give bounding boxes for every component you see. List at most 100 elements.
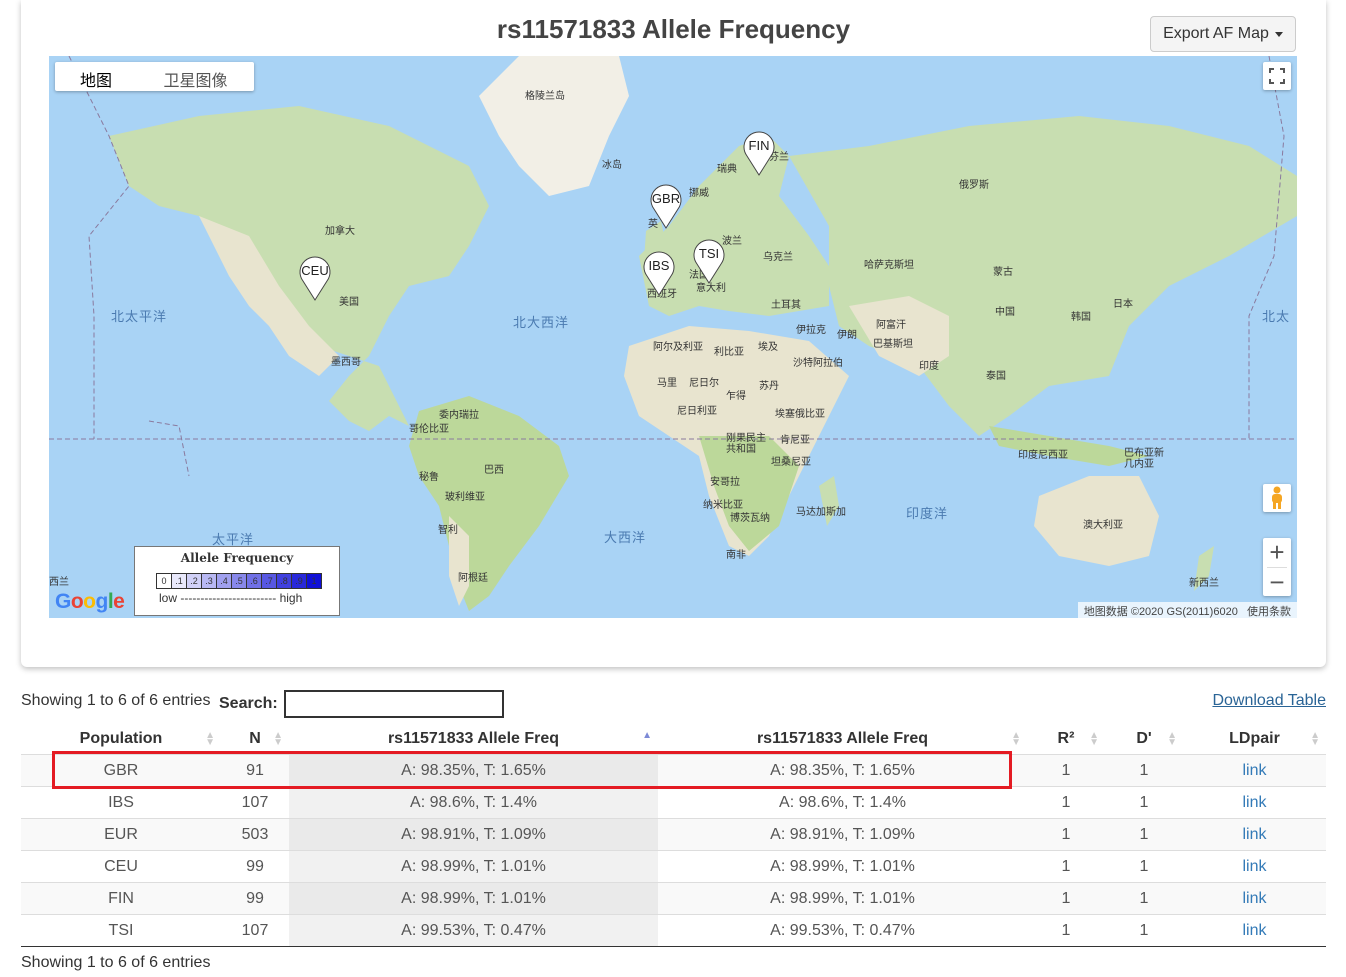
header-allele-freq-1[interactable]: rs11571833 Allele Freq ▲ — [289, 724, 658, 755]
zoom-in-button[interactable]: + — [1263, 538, 1291, 567]
map-label: 尼日利亚 — [677, 406, 717, 417]
map-type-tab-map[interactable]: 地图 — [55, 62, 137, 91]
map-label: 伊拉克 — [796, 325, 826, 336]
table-info-bottom: Showing 1 to 6 of 6 entries — [21, 954, 211, 971]
ocean-label: 大西洋 — [604, 530, 647, 545]
legend-title: Allele Frequency — [180, 551, 294, 565]
marker-fin[interactable]: FIN — [742, 130, 776, 176]
marker-ibs[interactable]: IBS — [642, 250, 676, 296]
legend-swatch: .4 — [216, 573, 232, 589]
marker-ceu[interactable]: CEU — [298, 255, 332, 301]
marker-tsi[interactable]: TSI — [692, 238, 726, 284]
cell-allele-freq-2: A: 99.53%, T: 0.47% — [658, 914, 1027, 947]
legend-swatch: 1 — [306, 573, 322, 589]
highlight-box — [52, 751, 1012, 789]
map-label: 印度尼西亚 — [1018, 450, 1068, 461]
map-label: 马里 — [657, 378, 677, 389]
map-label: 苏丹 — [759, 381, 779, 392]
table-row: IBS 107 A: 98.6%, T: 1.4% A: 98.6%, T: 1… — [21, 786, 1326, 819]
map-label: 墨西哥 — [331, 357, 361, 368]
legend-swatch: .8 — [276, 573, 292, 589]
legend-low-high: low ------------------------ high — [159, 591, 303, 605]
map-label: 乍得 — [726, 391, 746, 402]
header-allele-freq-2[interactable]: rs11571833 Allele Freq ▲ ▼ — [658, 724, 1027, 755]
cell-r2: 1 — [1027, 818, 1105, 851]
cell-ldpair: link — [1183, 754, 1326, 787]
cell-r2: 1 — [1027, 754, 1105, 787]
map-label: 南非 — [726, 550, 746, 561]
ldpair-link[interactable]: link — [1242, 826, 1266, 843]
map-label: 哥伦比亚 — [409, 424, 449, 435]
map-label: 格陵兰岛 — [525, 91, 565, 102]
header-population[interactable]: Population ▲ ▼ — [21, 724, 221, 755]
allele-frequency-legend: Allele Frequency 0 .1 .2 .3 .4 .5 .6 .7 … — [134, 546, 340, 616]
zoom-control: + − — [1263, 538, 1291, 597]
cell-population: CEU — [21, 850, 221, 883]
map-label: 加拿大 — [325, 226, 355, 237]
cell-r2: 1 — [1027, 914, 1105, 947]
export-af-map-button[interactable]: Export AF Map — [1150, 16, 1296, 52]
map-label: 秘鲁 — [419, 472, 439, 483]
map-label: 瑞典 — [717, 164, 737, 175]
export-label: Export AF Map — [1163, 25, 1269, 42]
cell-allele-freq-1: A: 98.6%, T: 1.4% — [289, 786, 658, 819]
map-label: 新西兰 — [1189, 578, 1219, 589]
cell-d-prime: 1 — [1105, 754, 1183, 787]
map-label: 埃及 — [758, 342, 778, 353]
cell-d-prime: 1 — [1105, 818, 1183, 851]
legend-swatch: .5 — [231, 573, 247, 589]
street-view-pegman-icon[interactable] — [1263, 484, 1291, 512]
map-label: 阿根廷 — [458, 573, 488, 584]
terms-link[interactable]: 使用条款 — [1247, 606, 1291, 618]
map-type-control: 地图 卫星图像 — [55, 62, 254, 91]
map-label: 日本 — [1113, 299, 1133, 310]
ldpair-link[interactable]: link — [1242, 794, 1266, 811]
caret-down-icon — [1274, 31, 1283, 37]
ocean-label: 印度洋 — [906, 506, 949, 521]
cell-ldpair: link — [1183, 818, 1326, 851]
allele-frequency-panel: rs11571833 Allele Frequency Export AF Ma… — [21, 0, 1326, 667]
cell-d-prime: 1 — [1105, 882, 1183, 915]
fullscreen-icon[interactable] — [1263, 62, 1291, 90]
cell-d-prime: 1 — [1105, 914, 1183, 947]
map-label: 土耳其 — [771, 300, 801, 311]
legend-scale: 0 .1 .2 .3 .4 .5 .6 .7 .8 .9 1 — [156, 573, 339, 589]
world-map[interactable]: 地图 卫星图像 + − 格陵兰岛 冰岛 瑞典 挪威 芬兰 俄罗斯 加拿大 美国 … — [49, 56, 1297, 618]
table-row: FIN 99 A: 98.99%, T: 1.01% A: 98.99%, T:… — [21, 882, 1326, 915]
map-label: 中国 — [995, 307, 1015, 318]
ldpair-link[interactable]: link — [1242, 858, 1266, 875]
map-type-tab-satellite[interactable]: 卫星图像 — [137, 62, 254, 91]
zoom-out-button[interactable]: − — [1263, 568, 1291, 597]
ocean-label: 北大西洋 — [513, 315, 570, 330]
cell-n: 503 — [221, 818, 289, 851]
search-input[interactable] — [284, 690, 504, 718]
map-label: 安哥拉 — [710, 477, 740, 488]
map-label: 西兰 — [49, 577, 69, 588]
cell-population: IBS — [21, 786, 221, 819]
ldpair-link[interactable]: link — [1242, 922, 1266, 939]
map-label: 泰国 — [986, 371, 1006, 382]
map-label: 印度 — [919, 361, 939, 372]
marker-gbr[interactable]: GBR — [649, 183, 683, 229]
cell-population: FIN — [21, 882, 221, 915]
map-label: 委内瑞拉 — [439, 410, 479, 421]
cell-r2: 1 — [1027, 850, 1105, 883]
header-n[interactable]: N ▲ ▼ — [221, 724, 289, 755]
header-d-prime[interactable]: D' ▲ ▼ — [1105, 724, 1183, 755]
table-info-top: Showing 1 to 6 of 6 entries — [21, 692, 211, 709]
table-row: CEU 99 A: 98.99%, T: 1.01% A: 98.99%, T:… — [21, 850, 1326, 883]
header-r2[interactable]: R² ▲ ▼ — [1027, 724, 1105, 755]
table-row: TSI 107 A: 99.53%, T: 0.47% A: 99.53%, T… — [21, 914, 1326, 947]
ldpair-link[interactable]: link — [1242, 762, 1266, 779]
cell-allele-freq-2: A: 98.99%, T: 1.01% — [658, 882, 1027, 915]
ldpair-link[interactable]: link — [1242, 890, 1266, 907]
download-table-link[interactable]: Download Table — [1212, 692, 1326, 710]
header-ldpair[interactable]: LDpair ▲ ▼ — [1183, 724, 1326, 755]
map-label: 挪威 — [689, 188, 709, 199]
map-label: 肯尼亚 — [780, 435, 810, 446]
map-label: 刚果民主共和国 — [726, 433, 766, 455]
cell-allele-freq-1: A: 98.99%, T: 1.01% — [289, 850, 658, 883]
legend-swatch: .3 — [201, 573, 217, 589]
cell-r2: 1 — [1027, 786, 1105, 819]
map-label: 巴布亚新几内亚 — [1124, 448, 1164, 470]
